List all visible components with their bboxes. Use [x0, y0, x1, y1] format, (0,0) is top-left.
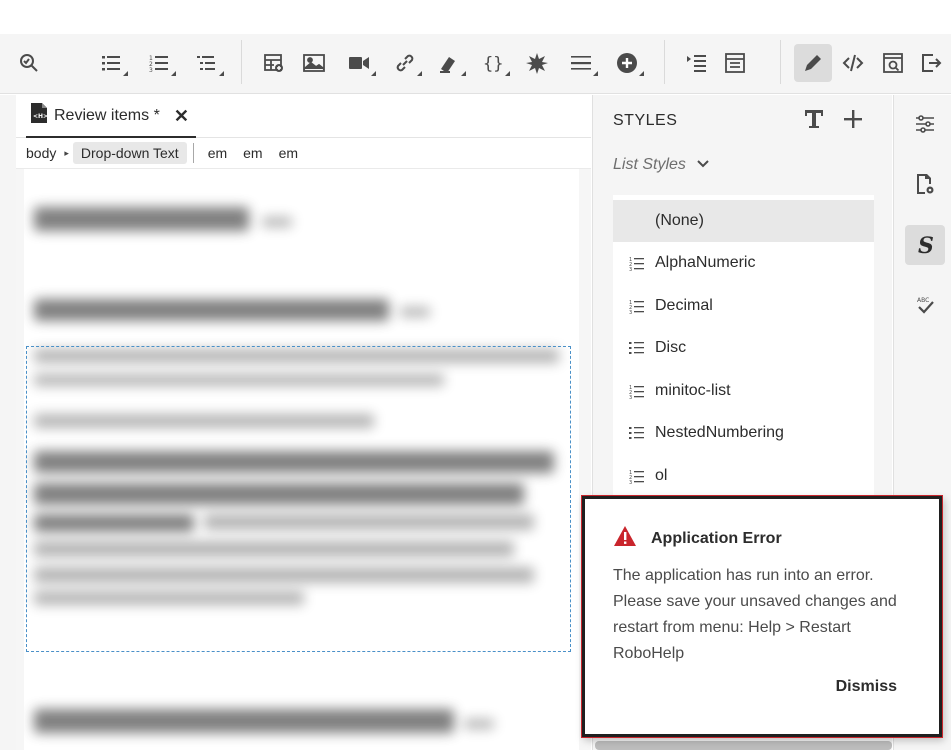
svg-text:3: 3 — [629, 395, 632, 399]
svg-text:<H>: <H> — [33, 113, 48, 120]
chevron-down-icon — [696, 156, 710, 174]
ordered-list-icon: 123 — [629, 383, 645, 399]
style-label: AlphaNumeric — [655, 254, 756, 271]
svg-text:S: S — [918, 233, 934, 257]
html-file-icon: <H> — [30, 103, 48, 128]
breadcrumb-item-em[interactable]: em — [243, 145, 262, 161]
horizontal-rule-icon[interactable] — [562, 44, 600, 82]
alert-icon — [613, 525, 637, 552]
breadcrumb-item-dropdown-text[interactable]: Drop-down Text — [72, 142, 187, 164]
export-icon[interactable] — [912, 44, 950, 82]
insert-toc-icon[interactable] — [678, 44, 716, 82]
numbered-list-icon[interactable]: 123 — [140, 44, 178, 82]
styles-icon[interactable]: S — [905, 225, 945, 265]
add-style-icon[interactable] — [841, 107, 865, 131]
dismiss-button[interactable]: Dismiss — [836, 678, 897, 696]
image-icon[interactable] — [295, 44, 333, 82]
ordered-list-icon: 123 — [629, 298, 645, 314]
preview-icon[interactable] — [874, 44, 912, 82]
source-icon[interactable] — [834, 44, 872, 82]
blurred-text — [464, 719, 494, 729]
svg-text:3: 3 — [149, 67, 153, 74]
variable-icon[interactable]: {} — [474, 44, 512, 82]
link-icon[interactable] — [386, 44, 424, 82]
spell-check-icon[interactable]: ABC — [905, 285, 945, 325]
dropdown-label: List Styles — [613, 156, 686, 173]
breadcrumb: body ▸ Drop-down Text em em em — [16, 138, 591, 169]
style-label: (None) — [655, 212, 704, 229]
bullet-list-icon[interactable] — [92, 44, 130, 82]
text-style-icon[interactable] — [802, 107, 826, 131]
multilevel-list-icon[interactable] — [188, 44, 226, 82]
author-icon[interactable] — [794, 44, 832, 82]
video-icon[interactable] — [340, 44, 378, 82]
list-item[interactable]: 123 Decimal — [613, 285, 874, 327]
svg-text:3: 3 — [629, 267, 632, 271]
blurred-text — [400, 307, 430, 317]
breadcrumb-item-body[interactable]: body — [26, 145, 56, 161]
ordered-list-icon: 123 — [629, 468, 645, 484]
editor-pane: <H> Review items * ✕ body ▸ Drop-down Te… — [16, 95, 591, 750]
breadcrumb-item-em[interactable]: em — [279, 145, 298, 161]
topic-properties-icon[interactable] — [905, 164, 945, 204]
special-char-icon[interactable] — [518, 44, 556, 82]
snippet-icon[interactable] — [430, 44, 468, 82]
bullet-list-icon — [629, 425, 645, 441]
editor-canvas — [16, 169, 591, 750]
breadcrumb-separator-icon: ▸ — [64, 147, 69, 158]
blurred-heading — [34, 299, 389, 321]
list-item[interactable]: 123 minitoc-list — [613, 370, 874, 412]
tab-label: Review items * — [54, 106, 160, 124]
style-label: minitoc-list — [655, 382, 731, 399]
svg-text:3: 3 — [629, 480, 632, 484]
selection-outline — [26, 346, 571, 652]
style-label: Decimal — [655, 297, 713, 314]
style-label: NestedNumbering — [655, 424, 784, 441]
svg-text:ABC: ABC — [917, 297, 929, 304]
breadcrumb-item-em[interactable]: em — [208, 145, 227, 161]
mini-toc-icon[interactable] — [716, 44, 754, 82]
tab-bar: <H> Review items * ✕ — [16, 95, 591, 138]
breadcrumb-divider — [192, 143, 194, 163]
left-gutter — [0, 95, 16, 750]
dialog-message: The application has run into an error. P… — [613, 567, 897, 662]
tab-review-items[interactable]: <H> Review items * ✕ — [26, 95, 196, 138]
svg-text:3: 3 — [629, 310, 632, 314]
list-item[interactable]: Disc — [613, 327, 874, 369]
dialog-title: Application Error — [651, 529, 782, 547]
style-label: ol — [655, 467, 668, 484]
error-dialog: Application Error The application has ru… — [582, 496, 942, 737]
ordered-list-icon: 123 — [629, 255, 645, 271]
dialog-header: Application Error — [613, 525, 782, 552]
list-item[interactable]: NestedNumbering — [613, 412, 874, 454]
list-item[interactable]: 123 AlphaNumeric — [613, 242, 874, 284]
add-icon[interactable] — [608, 44, 646, 82]
toolbar: 123 {} — [0, 34, 951, 94]
bullet-list-icon — [629, 340, 645, 356]
svg-text:{}: {} — [483, 54, 503, 74]
insert-table-icon[interactable] — [255, 44, 293, 82]
list-styles-dropdown[interactable]: List Styles — [613, 156, 710, 174]
properties-icon[interactable] — [905, 104, 945, 144]
title-strip — [0, 0, 951, 34]
style-label: Disc — [655, 339, 687, 356]
blurred-heading — [34, 207, 249, 231]
blurred-heading — [34, 709, 454, 733]
close-icon[interactable]: ✕ — [174, 107, 189, 125]
blurred-text — [262, 217, 292, 227]
document-page[interactable] — [24, 169, 579, 750]
panel-title: STYLES — [613, 112, 678, 129]
horizontal-scrollbar[interactable] — [595, 741, 892, 750]
list-item[interactable]: 123 ol — [613, 455, 874, 497]
find-replace-icon[interactable] — [10, 44, 48, 82]
list-item[interactable]: (None) — [613, 200, 874, 242]
